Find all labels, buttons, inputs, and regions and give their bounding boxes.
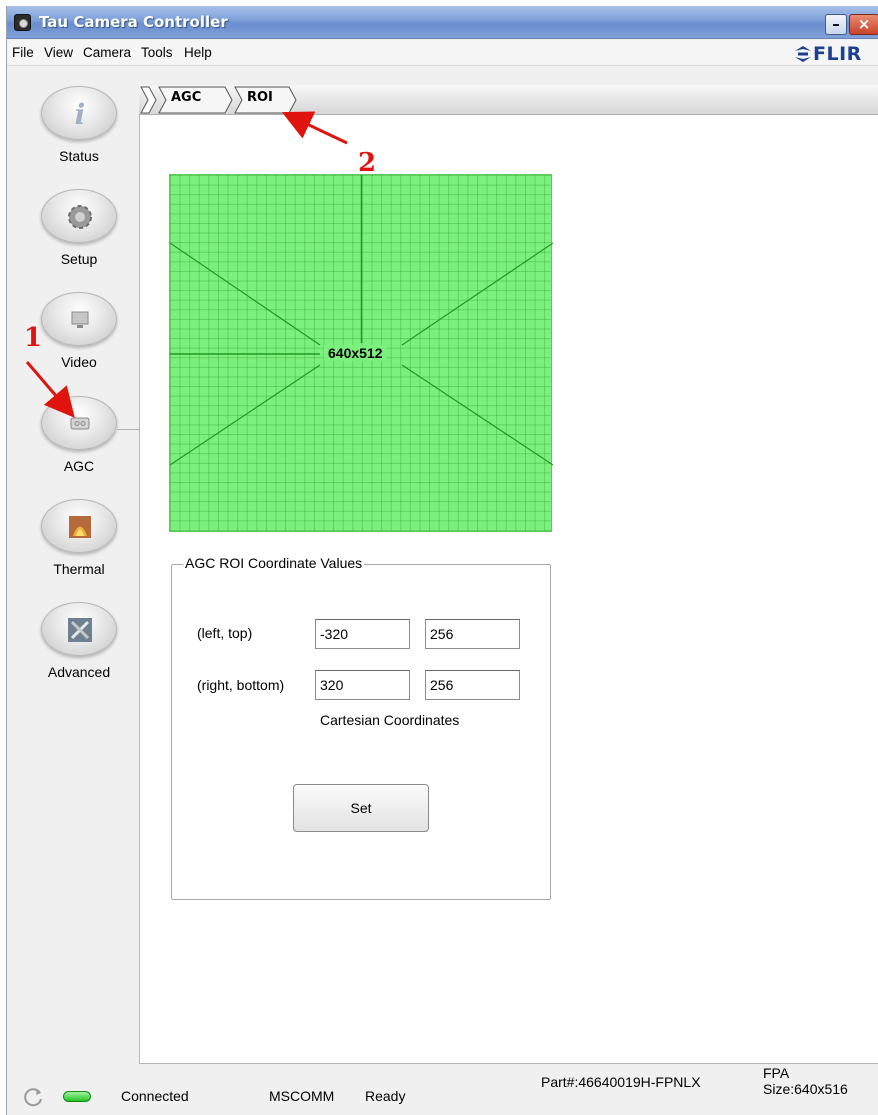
thermal-button[interactable] bbox=[41, 499, 117, 553]
set-button[interactable]: Set bbox=[293, 784, 429, 832]
annotation-2: 2 bbox=[358, 148, 377, 178]
menu-bar: File View Camera Tools Help FLIR bbox=[7, 40, 878, 66]
flir-mark-icon bbox=[795, 46, 811, 62]
sidebar-item-status[interactable]: i Status bbox=[7, 86, 137, 186]
top-input[interactable] bbox=[425, 619, 520, 649]
ready-status: Ready bbox=[365, 1088, 406, 1104]
minimize-button[interactable]: – bbox=[825, 14, 847, 35]
fpa-label: FPA bbox=[763, 1065, 790, 1081]
close-button[interactable]: × bbox=[849, 14, 878, 35]
menu-tools[interactable]: Tools bbox=[141, 45, 173, 60]
connection-led bbox=[63, 1091, 91, 1102]
refresh-icon[interactable] bbox=[23, 1086, 45, 1108]
breadcrumb: AGC ROI bbox=[139, 85, 878, 115]
svg-text:i: i bbox=[75, 98, 86, 130]
agc-button[interactable] bbox=[41, 396, 117, 450]
agc-icon bbox=[70, 417, 90, 430]
advanced-button[interactable] bbox=[41, 602, 117, 656]
left-top-label: (left, top) bbox=[197, 625, 253, 641]
menu-view[interactable]: View bbox=[44, 45, 73, 60]
right-bottom-label: (right, bottom) bbox=[197, 677, 285, 693]
bottom-input[interactable] bbox=[425, 670, 520, 700]
sensor-roi-grid[interactable]: 640x512 bbox=[169, 174, 553, 532]
sidebar-label-setup: Setup bbox=[60, 251, 98, 267]
sidebar-label-thermal: Thermal bbox=[53, 561, 105, 577]
selected-nav-connector bbox=[117, 429, 139, 430]
roi-coordinates-group bbox=[171, 564, 551, 900]
fpa-size: Size:640x516 bbox=[763, 1081, 848, 1097]
sidebar-nav: i Status Setup Video AGC Thermal Advance… bbox=[7, 67, 137, 1047]
setup-button[interactable] bbox=[41, 189, 117, 243]
sidebar-item-agc[interactable]: AGC bbox=[7, 396, 137, 496]
title-bar[interactable]: Tau Camera Controller – × bbox=[7, 6, 878, 39]
sidebar-item-advanced[interactable]: Advanced bbox=[7, 602, 137, 702]
menu-help[interactable]: Help bbox=[184, 45, 212, 60]
annotation-1: 1 bbox=[24, 323, 43, 353]
sidebar-label-video: Video bbox=[61, 354, 97, 370]
app-window: Tau Camera Controller – × File View Came… bbox=[6, 6, 878, 1115]
menu-camera[interactable]: Camera bbox=[83, 45, 131, 60]
info-icon: i bbox=[75, 98, 86, 130]
sidebar-label-agc: AGC bbox=[63, 458, 95, 474]
coordinate-system-note: Cartesian Coordinates bbox=[320, 712, 460, 728]
flir-logo: FLIR bbox=[813, 43, 862, 65]
sidebar-item-thermal[interactable]: Thermal bbox=[7, 499, 137, 599]
sidebar-label-advanced: Advanced bbox=[47, 664, 111, 680]
menu-file[interactable]: File bbox=[12, 45, 34, 60]
right-input[interactable] bbox=[315, 670, 410, 700]
video-button[interactable] bbox=[41, 292, 117, 346]
sensor-size-label: 640x512 bbox=[324, 345, 387, 361]
part-number: Part#:46640019H-FPNLX bbox=[541, 1074, 701, 1090]
connection-status: Connected bbox=[121, 1088, 189, 1104]
gear-icon bbox=[68, 205, 92, 229]
thermal-icon bbox=[69, 516, 91, 538]
breadcrumb-roi[interactable]: ROI bbox=[247, 90, 273, 105]
status-button[interactable]: i bbox=[41, 86, 117, 140]
group-title: AGC ROI Coordinate Values bbox=[183, 555, 365, 571]
left-input[interactable] bbox=[315, 619, 410, 649]
monitor-icon bbox=[71, 311, 89, 328]
app-camera-icon bbox=[14, 14, 31, 31]
breadcrumb-agc[interactable]: AGC bbox=[171, 90, 201, 105]
tools-icon bbox=[68, 618, 92, 642]
breadcrumb-arrows bbox=[140, 86, 297, 114]
sidebar-item-setup[interactable]: Setup bbox=[7, 189, 137, 289]
sidebar-label-status: Status bbox=[59, 148, 99, 164]
window-title: Tau Camera Controller bbox=[39, 13, 228, 31]
comm-port: MSCOMM bbox=[269, 1088, 335, 1104]
